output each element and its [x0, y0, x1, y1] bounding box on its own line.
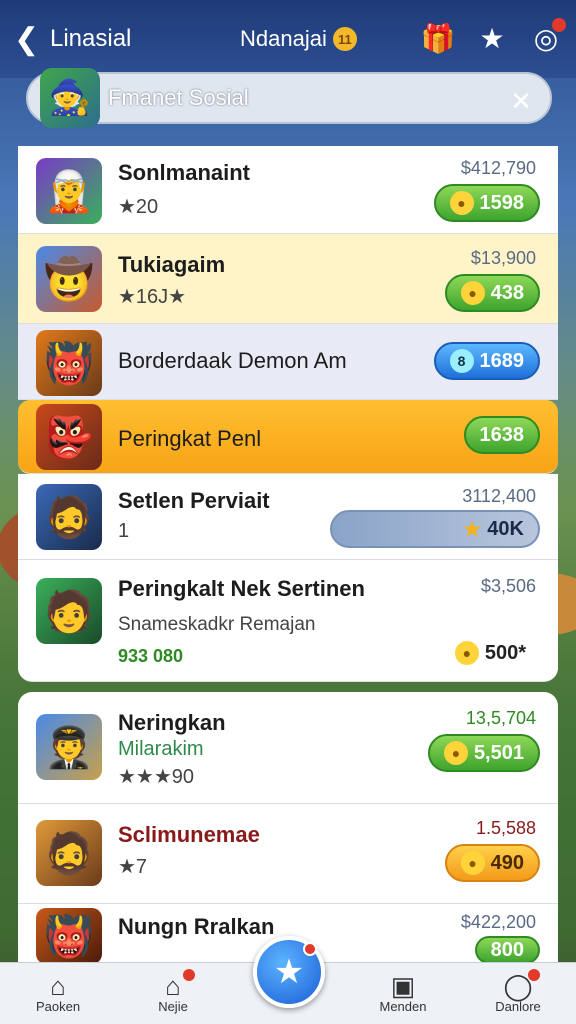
camera-icon: ▣: [390, 971, 416, 1001]
coin-icon: ●: [449, 191, 474, 215]
player-name: Tukiagaim: [118, 252, 226, 277]
center-action-button[interactable]: ★: [253, 936, 325, 1008]
reward-button[interactable]: ● 490: [444, 844, 540, 882]
player-name: Sonlmanaint: [118, 160, 251, 185]
player-name: Borderdaak Demon Am: [118, 348, 347, 373]
reward-button[interactable]: 8 1689: [433, 342, 540, 380]
search-bar[interactable]: 🧙 Fmanet Sosial ✕: [26, 68, 552, 128]
player-subtitle: Snameskadkr Remajan: [118, 614, 316, 635]
reward-button[interactable]: 1638: [463, 416, 540, 454]
avatar: 🧝: [36, 158, 102, 224]
avatar: 👹: [36, 908, 102, 964]
player-score: $412,790: [460, 158, 536, 178]
list-item[interactable]: 🧔 Sclimunemae ★7 1.5,588 ● 490: [18, 804, 558, 904]
avatar: 🧔: [36, 820, 102, 886]
reward-value: ● 500*: [441, 634, 540, 672]
player-rating: ★16J★: [118, 286, 187, 308]
player-name: Setlen Perviait: [118, 488, 270, 513]
avatar: 🤠: [36, 246, 102, 312]
list-gap: [18, 682, 558, 692]
player-rating: ★20: [118, 196, 159, 218]
list-item[interactable]: 👺 Peringkat Penl 1638: [18, 400, 558, 474]
player-name: Sclimunemae: [118, 822, 260, 847]
star-icon[interactable]: ★: [476, 22, 508, 54]
list-item[interactable]: 🧔 Setlen Perviait 1 3112,400 ★ 40K: [18, 474, 558, 560]
coin-icon: 8: [449, 349, 474, 373]
notification-badge: [183, 969, 195, 981]
avatar: 🧙: [40, 68, 100, 128]
coin-icon: ●: [460, 851, 485, 875]
coin-icon: 11: [332, 27, 357, 51]
reward-button[interactable]: ● 438: [444, 274, 540, 312]
avatar: 👺: [36, 404, 102, 470]
page-title: Linasial: [50, 25, 132, 52]
gift-icon[interactable]: 🎁: [421, 22, 456, 54]
notification-icon[interactable]: ◎: [530, 18, 566, 54]
balance-label: Ndanajai: [240, 26, 327, 51]
notification-badge: [303, 942, 317, 956]
home-icon: ⌂: [50, 971, 66, 1001]
coin-icon: ●: [460, 281, 485, 305]
avatar: 🧑: [36, 578, 102, 644]
player-score: 1.5,588: [475, 818, 536, 838]
progress-button[interactable]: ★ 40K: [330, 510, 540, 548]
player-score: 3112,400: [462, 486, 536, 506]
nav-home[interactable]: ⌂ Paoken: [18, 963, 98, 1024]
nav-fifth[interactable]: ◯ Danlore: [478, 963, 558, 1024]
reward-button[interactable]: ● 1598: [433, 184, 540, 222]
nav-fourth[interactable]: ▣ Menden: [363, 963, 443, 1024]
coin-icon: ●: [443, 741, 468, 765]
avatar: 🧔: [36, 484, 102, 550]
list-item[interactable]: 🧑 Peringkalt Nek Sertinen Snameskadkr Re…: [18, 560, 558, 682]
player-rating: 933 080: [118, 646, 184, 666]
reward-button[interactable]: 800: [474, 936, 540, 964]
player-score: $3,506: [480, 576, 536, 596]
top-icons: 🎁 ★ ◎: [421, 18, 566, 54]
leaderboard-list: 🧝 Sonlmanaint ★20 $412,790 ● 1598 🤠 Tukia…: [18, 146, 558, 964]
player-name: Peringkalt Nek Sertinen: [118, 576, 365, 601]
list-item[interactable]: 🤠 Tukiagaim ★16J★ $13,900 ● 438: [18, 234, 558, 324]
search-input[interactable]: Fmanet Sosial: [108, 85, 249, 111]
player-name: Nungn Rralkan: [118, 914, 275, 939]
player-name: Peringkat Penl: [118, 426, 262, 451]
close-icon[interactable]: ✕: [510, 86, 532, 117]
player-name: Neringkan: [118, 710, 226, 735]
avatar: 🧑‍✈️: [36, 714, 102, 780]
chevron-left-icon[interactable]: ❮: [14, 22, 44, 57]
balance-display: Ndanajai 11: [240, 26, 357, 52]
nav-second[interactable]: ⌂ Nejie: [133, 963, 213, 1024]
player-subtitle: Milarakim: [118, 738, 204, 760]
player-score: $422,200: [460, 912, 536, 932]
player-score: $13,900: [470, 248, 536, 268]
list-item[interactable]: 🧑‍✈️ Neringkan Milarakim ★★★90 13,5,704 …: [18, 692, 558, 804]
list-item[interactable]: 🧝 Sonlmanaint ★20 $412,790 ● 1598: [18, 146, 558, 234]
star-icon: ★: [273, 953, 305, 991]
avatar: 👹: [36, 330, 102, 396]
reward-button[interactable]: ● 5,501: [427, 734, 540, 772]
notification-badge: [552, 18, 566, 32]
player-rating: ★★★90: [118, 766, 195, 788]
coin-icon: ●: [454, 641, 479, 665]
player-rating: ★7: [118, 856, 148, 878]
list-item[interactable]: 👹 Borderdaak Demon Am 8 1689: [18, 324, 558, 400]
house-icon: ⌂: [165, 971, 181, 1001]
player-rating: 1: [118, 520, 130, 542]
notification-badge: [528, 969, 540, 981]
player-score: 13,5,704: [465, 708, 536, 728]
